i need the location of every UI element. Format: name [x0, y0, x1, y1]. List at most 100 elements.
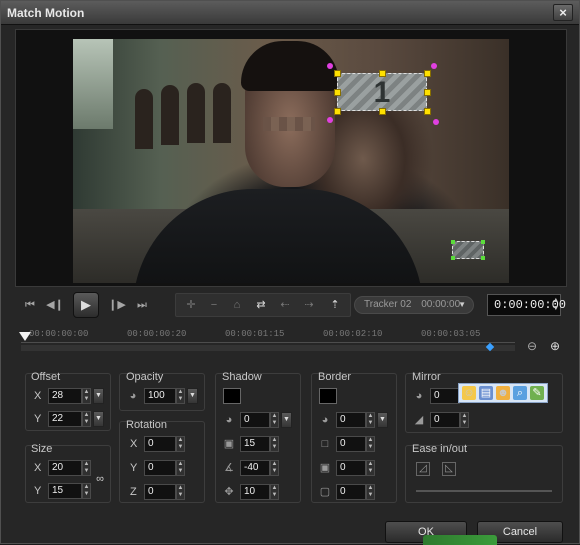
track-backward-icon[interactable]: ⇠ [276, 297, 294, 313]
shadow-angle-spinner[interactable]: ▲ ▼ [270, 460, 279, 476]
rotation-x-field[interactable]: 0 [144, 436, 176, 452]
offset-x-keyframe-button[interactable]: ▼ [93, 388, 104, 404]
edit-icon[interactable]: ✎ [530, 386, 544, 400]
mirror-opacity-field[interactable]: 0 [430, 388, 460, 404]
border-radius-field[interactable]: 0 [336, 484, 366, 500]
mirror-distance-spinner[interactable]: ▲ ▼ [460, 412, 469, 428]
reset-tracker-icon[interactable]: ⌂ [228, 297, 246, 313]
border-opacity-icon: ◕ [321, 414, 329, 426]
size-x-spinner[interactable]: ▲ ▼ [82, 460, 91, 476]
border-radius-spinner[interactable]: ▲ ▼ [366, 484, 375, 500]
opacity-field[interactable]: 100 [144, 388, 176, 404]
border-width-field[interactable]: 0 [336, 436, 366, 452]
rotation-x-label: X [130, 438, 138, 450]
swap-icon[interactable]: ⇄ [252, 297, 270, 313]
ease-out-icon[interactable]: ◺ [442, 462, 456, 476]
close-icon[interactable]: × [553, 4, 573, 21]
timeline-ruler[interactable]: 00:00:00:00 00:00:00:20 00:00:01:15 00:0… [15, 323, 515, 353]
resize-handle[interactable] [379, 70, 386, 77]
timeline-track[interactable] [21, 345, 515, 351]
offset-x-spinner[interactable]: ▲ ▼ [82, 388, 91, 404]
offset-x-field[interactable]: 28 [48, 388, 82, 404]
rotation-y-spinner[interactable]: ▲ ▼ [176, 460, 185, 476]
size-x-field[interactable]: 20 [48, 460, 82, 476]
shadow-angle-icon: ∡ [224, 462, 234, 474]
shadow-opacity-spinner[interactable]: ▲ ▼ [270, 412, 279, 428]
playhead-marker[interactable] [19, 332, 31, 341]
tracker-select[interactable]: Tracker 02 00:00:00 ▼ [354, 296, 474, 314]
add-tracker-icon[interactable]: ✛ [182, 297, 200, 313]
shadow-opacity-field[interactable]: 0 [240, 412, 270, 428]
border-blur-field[interactable]: 0 [336, 460, 366, 476]
ruler-tick: 00:00:03:05 [421, 329, 481, 339]
video-preview[interactable] [73, 39, 509, 283]
previous-frame-icon[interactable]: ◀❙ [45, 295, 65, 315]
tracker-select-time: 00:00:00 [421, 299, 461, 310]
mirror-distance-icon: ◢ [414, 414, 424, 426]
search-icon[interactable]: ⌕ [513, 386, 527, 400]
go-to-end-icon[interactable]: ⏭ [133, 295, 151, 315]
emoticon-icon[interactable]: ☺ [462, 386, 476, 400]
resize-handle[interactable] [379, 108, 386, 115]
link-aspect-icon[interactable]: ∞ [94, 473, 106, 485]
go-to-start-icon[interactable]: ⏮ [21, 295, 39, 315]
opacity-keyframe-button[interactable]: ▼ [187, 388, 198, 404]
shadow-color-swatch[interactable] [223, 388, 241, 404]
resize-handle[interactable] [334, 89, 341, 96]
shadow-blur-spinner[interactable]: ▲ ▼ [270, 436, 279, 452]
offset-y-keyframe-button[interactable]: ▼ [93, 411, 104, 427]
shadow-distance-field[interactable]: 10 [240, 484, 270, 500]
opacity-spinner[interactable]: ▲ ▼ [176, 388, 185, 404]
shadow-opacity-keyframe-button[interactable]: ▼ [281, 412, 292, 428]
timecode-field[interactable]: 0:00:00:00 ▲ ▼ [487, 294, 566, 316]
border-color-swatch[interactable] [319, 388, 337, 404]
rotation-z-spinner[interactable]: ▲ ▼ [176, 484, 185, 500]
opacity-label: Opacity [126, 371, 164, 383]
mirror-label: Mirror [412, 371, 441, 383]
rotate-handle[interactable] [327, 63, 333, 69]
offset-y-field[interactable]: 22 [48, 411, 82, 427]
save-icon[interactable]: ▤ [479, 386, 493, 400]
shadow-distance-spinner[interactable]: ▲ ▼ [270, 484, 279, 500]
tracking-object-box[interactable]: 1 [337, 73, 427, 111]
shadow-blur-field[interactable]: 15 [240, 436, 270, 452]
resize-handle[interactable] [334, 70, 341, 77]
offset-y-spinner[interactable]: ▲ ▼ [82, 411, 91, 427]
play-button[interactable]: ▶ [73, 292, 99, 318]
mirror-distance-field[interactable]: 0 [430, 412, 460, 428]
opacity-panel: Opacity ◕ 100 ▲ ▼ ▼ [119, 371, 205, 411]
track-forward-icon[interactable]: ⇢ [300, 297, 318, 313]
resize-handle[interactable] [424, 108, 431, 115]
size-y-field[interactable]: 15 [48, 483, 82, 499]
zoom-out-icon[interactable]: ⊖ [527, 339, 537, 353]
border-opacity-spinner[interactable]: ▲ ▼ [366, 412, 375, 428]
border-opacity-field[interactable]: 0 [336, 412, 366, 428]
remove-tracker-icon[interactable]: − [205, 297, 223, 313]
spinner-icon[interactable]: ▲ ▼ [554, 297, 558, 313]
border-blur-spinner[interactable]: ▲ ▼ [366, 460, 375, 476]
ease-slider[interactable] [416, 490, 552, 492]
person-jacket [133, 189, 423, 283]
rotation-label: Rotation [126, 419, 167, 431]
rotate-handle[interactable] [433, 119, 439, 125]
track-motion-icon[interactable]: ⇡ [326, 297, 344, 313]
rotate-handle[interactable] [431, 63, 437, 69]
border-width-spinner[interactable]: ▲ ▼ [366, 436, 375, 452]
shadow-angle-field[interactable]: -40 [240, 460, 270, 476]
smile-icon[interactable]: ☻ [496, 386, 510, 400]
size-y-spinner[interactable]: ▲ ▼ [82, 483, 91, 499]
zoom-in-icon[interactable]: ⊕ [550, 339, 560, 353]
border-opacity-keyframe-button[interactable]: ▼ [377, 412, 388, 428]
rotate-handle[interactable] [327, 117, 333, 123]
rotation-z-field[interactable]: 0 [144, 484, 176, 500]
rotation-y-field[interactable]: 0 [144, 460, 176, 476]
title-bar: Match Motion × [1, 1, 579, 25]
next-frame-icon[interactable]: ❙▶ [107, 295, 127, 315]
rotation-x-spinner[interactable]: ▲ ▼ [176, 436, 185, 452]
tracker-point-box[interactable] [451, 240, 485, 260]
border-width-icon: □ [321, 438, 329, 450]
resize-handle[interactable] [334, 108, 341, 115]
resize-handle[interactable] [424, 89, 431, 96]
ease-in-icon[interactable]: ◿ [416, 462, 430, 476]
resize-handle[interactable] [424, 70, 431, 77]
